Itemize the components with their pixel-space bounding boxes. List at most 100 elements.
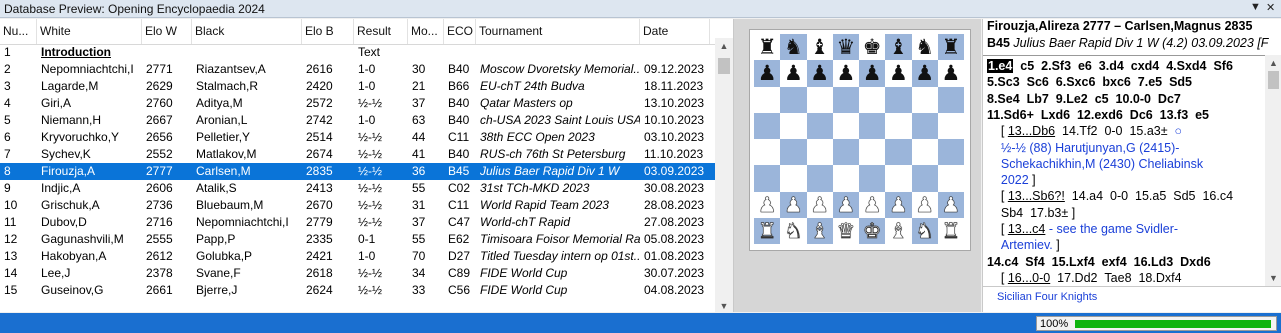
- black-queen-icon[interactable]: ♛: [836, 35, 855, 59]
- notation-line[interactable]: [ 16...0-0 17.Dd2 Tae8 18.Dxf4: [987, 271, 1182, 285]
- white-pawn-icon[interactable]: ♟: [862, 192, 881, 217]
- black-pawn-icon[interactable]: ♟: [889, 61, 908, 85]
- notation-segment[interactable]: Artemiev.: [987, 238, 1053, 252]
- table-row[interactable]: 13 Hakobyan,A 2612 Golubka,P 2421 1-0 70 D27 Tit…: [0, 248, 715, 265]
- notation-segment[interactable]: - see the game Svidler-: [1045, 222, 1178, 236]
- white-knight-icon[interactable]: ♞: [915, 218, 934, 243]
- white-queen-icon[interactable]: ♛: [836, 218, 855, 243]
- white-pawn-icon[interactable]: ♟: [915, 192, 934, 217]
- black-pawn-icon[interactable]: ♟: [863, 61, 882, 85]
- table-row[interactable]: 10 Grischuk,A 2736 Bluebaum,M 2670 ½-½ 31 C11 Wo…: [0, 197, 715, 214]
- board-square[interactable]: [806, 139, 833, 166]
- board-square[interactable]: [806, 165, 833, 192]
- board-square[interactable]: ♜: [937, 217, 964, 244]
- board-square[interactable]: [754, 139, 781, 166]
- board-square[interactable]: [859, 139, 886, 166]
- board-square[interactable]: [885, 165, 912, 192]
- board-square[interactable]: [832, 139, 859, 166]
- notation-segment[interactable]: 13...Db6: [1008, 124, 1055, 138]
- board-square[interactable]: [937, 165, 964, 192]
- board-square[interactable]: [859, 165, 886, 192]
- table-row[interactable]: 2 Nepomniachtchi,I 2771 Riazantsev,A 2616 1-0…: [0, 61, 715, 78]
- table-row[interactable]: 6 Kryvoruchko,Y 2656 Pelletier,Y 2514 ½-½ 44 C1…: [0, 129, 715, 146]
- current-move[interactable]: 1.e4: [987, 59, 1014, 73]
- black-pawn-icon[interactable]: ♟: [810, 61, 829, 85]
- list-vertical-scrollbar[interactable]: ▲ ▼: [715, 38, 733, 312]
- white-rook-icon[interactable]: ♜: [757, 218, 776, 243]
- board-square[interactable]: ♛: [832, 34, 859, 61]
- board-square[interactable]: [859, 112, 886, 139]
- white-knight-icon[interactable]: ♞: [784, 218, 803, 243]
- notation-line[interactable]: Sb4 17.b3± ]: [987, 206, 1075, 220]
- board-square[interactable]: ♟: [937, 60, 964, 87]
- board-square[interactable]: [832, 165, 859, 192]
- board-square[interactable]: [911, 139, 938, 166]
- notation-segment[interactable]: Sb4 17.b3± ]: [987, 206, 1075, 220]
- board-square[interactable]: [885, 112, 912, 139]
- board-square[interactable]: ♟: [911, 191, 938, 218]
- black-rook-icon[interactable]: ♜: [758, 35, 777, 59]
- notation-segment[interactable]: 8.Se4 Lb7 9.Le2 c5 10.0-0 Dc7: [987, 92, 1181, 106]
- board-square[interactable]: ♞: [911, 34, 938, 61]
- table-row[interactable]: 15 Guseinov,G 2661 Bjerre,J 2624 ½-½ 33 C56 FIDE…: [0, 282, 715, 299]
- board-square[interactable]: [885, 86, 912, 113]
- notation-segment[interactable]: [: [987, 222, 1008, 236]
- notation-line[interactable]: 11.Sd6+ Lxd6 12.exd6 Dc6 13.f3 e5: [987, 108, 1209, 122]
- board-square[interactable]: ♟: [885, 191, 912, 218]
- board-square[interactable]: ♝: [806, 217, 833, 244]
- column-header-num[interactable]: Nu...: [0, 19, 37, 44]
- white-pawn-icon[interactable]: ♟: [941, 192, 960, 217]
- board-square[interactable]: ♞: [911, 217, 938, 244]
- column-header-black[interactable]: Black: [192, 19, 302, 44]
- board-square[interactable]: ♚: [859, 34, 886, 61]
- board-square[interactable]: ♟: [885, 60, 912, 87]
- white-pawn-icon[interactable]: ♟: [757, 192, 776, 217]
- board-square[interactable]: [937, 86, 964, 113]
- black-bishop-icon[interactable]: ♝: [889, 35, 908, 59]
- board-square[interactable]: ♟: [806, 60, 833, 87]
- board-square[interactable]: ♚: [859, 217, 886, 244]
- notation-segment[interactable]: 2022: [987, 173, 1029, 187]
- white-pawn-icon[interactable]: ♟: [784, 192, 803, 217]
- notation-segment[interactable]: 16...0-0: [1008, 271, 1050, 285]
- column-header-result[interactable]: Result: [354, 19, 408, 44]
- board-square[interactable]: [911, 86, 938, 113]
- black-pawn-icon[interactable]: ♟: [784, 61, 803, 85]
- black-pawn-icon[interactable]: ♟: [941, 61, 960, 85]
- board-square[interactable]: ♟: [937, 191, 964, 218]
- board-square[interactable]: [780, 86, 807, 113]
- notation-segment[interactable]: 17.Dd2 Tae8 18.Dxf4: [1050, 271, 1181, 285]
- notation-scrollbar[interactable]: ▲ ▼: [1265, 55, 1281, 286]
- board-square[interactable]: ♝: [885, 217, 912, 244]
- notation-line[interactable]: 14.c4 Sf4 15.Lxf4 exf4 16.Ld3 Dxd6: [987, 255, 1211, 269]
- board-square[interactable]: ♟: [780, 191, 807, 218]
- notation-segment[interactable]: c5 2.Sf3 e6 3.d4 cxd4 4.Sxd4 Sf6: [1013, 59, 1233, 73]
- board-square[interactable]: [754, 165, 781, 192]
- board-square[interactable]: ♝: [885, 34, 912, 61]
- notation-segment[interactable]: ○: [1168, 124, 1183, 138]
- notation-line[interactable]: [ 13...Db6 14.Tf2 0-0 15.a3± ○: [987, 124, 1182, 138]
- board-square[interactable]: ♟: [780, 60, 807, 87]
- table-row[interactable]: 12 Gagunashvili,M 2555 Papp,P 2335 0-1 55 E62 Ti…: [0, 231, 715, 248]
- notation-moves[interactable]: 1.e4 c5 2.Sf3 e6 3.d4 cxd4 4.Sxd4 Sf6 5.S…: [983, 55, 1265, 287]
- board-square[interactable]: [780, 112, 807, 139]
- column-header-date[interactable]: Date: [640, 19, 710, 44]
- board-square[interactable]: ♜: [937, 34, 964, 61]
- table-row[interactable]: 4 Giri,A 2760 Aditya,M 2572 ½-½ 37 B40 Qatar Mas…: [0, 95, 715, 112]
- board-square[interactable]: [937, 112, 964, 139]
- board-square[interactable]: ♟: [832, 60, 859, 87]
- black-pawn-icon[interactable]: ♟: [836, 61, 855, 85]
- notation-segment[interactable]: 13...c4: [1008, 222, 1046, 236]
- board-square[interactable]: [754, 86, 781, 113]
- notation-line[interactable]: 2022 ]: [987, 173, 1036, 187]
- board-square[interactable]: ♜: [754, 217, 781, 244]
- notation-segment[interactable]: 5.Sc3 Sc6 6.Sxc6 bxc6 7.e5 Sd5: [987, 75, 1192, 89]
- board-square[interactable]: [937, 139, 964, 166]
- board-square[interactable]: ♟: [754, 60, 781, 87]
- notation-scroll-thumb[interactable]: [1268, 71, 1279, 89]
- board-square[interactable]: [911, 165, 938, 192]
- notation-line[interactable]: Artemiev. ]: [987, 238, 1060, 252]
- notation-line[interactable]: [ 13...Sb6?! 14.a4 0-0 15.a5 Sd5 16.c4: [987, 189, 1233, 203]
- white-pawn-icon[interactable]: ♟: [836, 192, 855, 217]
- notation-line[interactable]: ½-½ (88) Harutjunyan,G (2415)-: [987, 141, 1180, 155]
